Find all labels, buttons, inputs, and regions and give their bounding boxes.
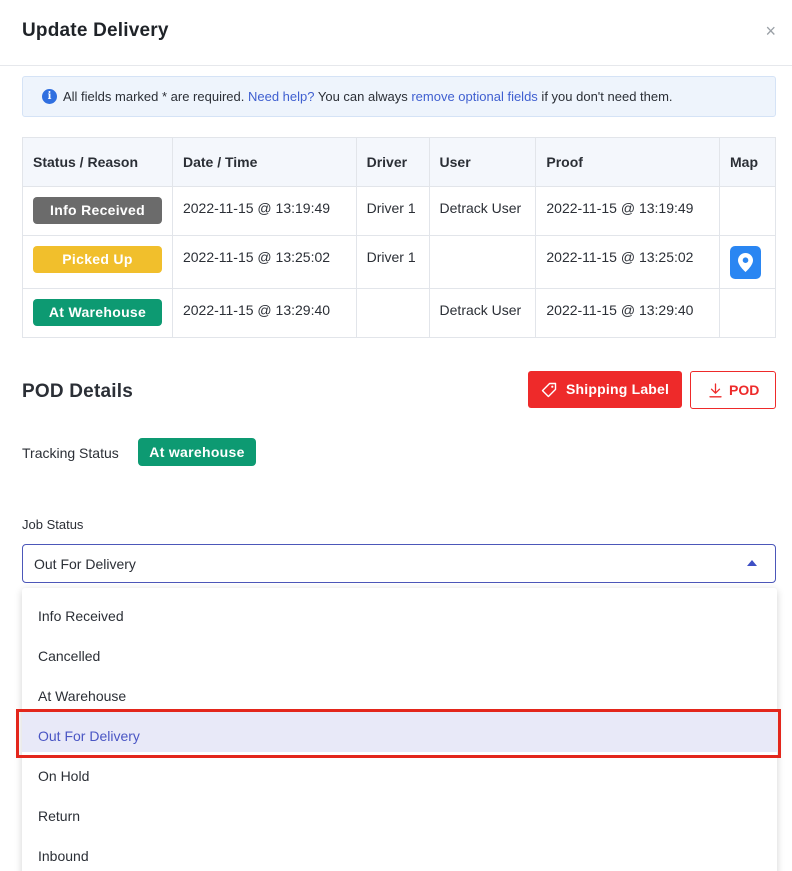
datetime-cell: 2022-11-15 @ 13:29:40 — [171, 288, 357, 338]
status-history-table: Status / Reason Date / Time Driver User … — [22, 137, 776, 338]
info-icon: i — [42, 89, 57, 104]
status-badge: At Warehouse — [33, 299, 162, 326]
map-cell — [719, 235, 776, 289]
option-cancelled[interactable]: Cancelled — [22, 632, 777, 672]
header-user: User — [428, 137, 537, 187]
driver-cell — [355, 288, 430, 338]
header-map: Map — [719, 137, 776, 187]
shipping-label-text: Shipping Label — [566, 381, 670, 397]
table-row: Picked Up 2022-11-15 @ 13:25:02 Driver 1… — [22, 235, 776, 289]
user-cell: Detrack User — [428, 288, 537, 338]
pod-download-button[interactable]: POD — [690, 371, 776, 409]
option-info-received[interactable]: Info Received — [22, 592, 777, 632]
job-status-dropdown: Info Received Cancelled At Warehouse Out… — [22, 588, 777, 871]
banner-text-middle: You can always — [314, 89, 412, 104]
shipping-label-button[interactable]: Shipping Label — [528, 371, 682, 408]
job-status-label: Job Status — [22, 517, 84, 532]
tag-icon — [541, 382, 557, 398]
modal-header: Update Delivery × — [0, 0, 792, 66]
pod-button-text: POD — [729, 382, 760, 398]
header-proof: Proof — [535, 137, 721, 187]
header-date-time: Date / Time — [171, 137, 357, 187]
status-cell: Picked Up — [22, 235, 173, 289]
close-icon[interactable]: × — [765, 21, 776, 41]
tracking-status-badge: At warehouse — [138, 438, 256, 466]
driver-cell: Driver 1 — [355, 235, 430, 289]
info-banner: i All fields marked * are required. Need… — [22, 76, 776, 117]
banner-text-before: All fields marked * are required. — [63, 89, 248, 104]
header-driver: Driver — [355, 137, 430, 187]
pod-details-title: POD Details — [22, 381, 133, 402]
option-return[interactable]: Return — [22, 792, 777, 832]
modal-title: Update Delivery — [22, 20, 169, 41]
need-help-link[interactable]: Need help? — [248, 89, 315, 104]
datetime-cell: 2022-11-15 @ 13:25:02 — [171, 235, 357, 289]
download-icon — [709, 383, 722, 398]
user-cell: Detrack User — [428, 186, 537, 236]
remove-optional-fields-link[interactable]: remove optional fields — [411, 89, 537, 104]
job-status-select[interactable]: Out For Delivery — [22, 544, 776, 583]
option-out-for-delivery[interactable]: Out For Delivery — [22, 712, 777, 752]
table-header-row: Status / Reason Date / Time Driver User … — [22, 137, 776, 187]
option-inbound[interactable]: Inbound — [22, 832, 777, 871]
tracking-status-label: Tracking Status — [22, 445, 119, 461]
job-status-selected-value: Out For Delivery — [34, 556, 136, 572]
header-status-reason: Status / Reason — [22, 137, 173, 187]
map-pin-button[interactable] — [730, 246, 762, 279]
proof-cell: 2022-11-15 @ 13:19:49 — [535, 186, 721, 236]
map-cell — [719, 186, 776, 236]
status-cell: Info Received — [22, 186, 173, 236]
option-at-warehouse[interactable]: At Warehouse — [22, 672, 777, 712]
status-cell: At Warehouse — [22, 288, 173, 338]
status-badge: Picked Up — [33, 246, 162, 273]
caret-up-icon — [747, 560, 757, 566]
datetime-cell: 2022-11-15 @ 13:19:49 — [171, 186, 357, 236]
status-badge: Info Received — [33, 197, 162, 224]
map-pin-icon — [738, 253, 754, 272]
proof-cell: 2022-11-15 @ 13:29:40 — [535, 288, 721, 338]
banner-text-after: if you don't need them. — [537, 89, 673, 104]
table-row: Info Received 2022-11-15 @ 13:19:49 Driv… — [22, 186, 776, 236]
proof-cell: 2022-11-15 @ 13:25:02 — [535, 235, 721, 289]
driver-cell: Driver 1 — [355, 186, 430, 236]
option-on-hold[interactable]: On Hold — [22, 752, 777, 792]
map-cell — [719, 288, 776, 338]
user-cell — [428, 235, 537, 289]
table-row: At Warehouse 2022-11-15 @ 13:29:40 Detra… — [22, 288, 776, 338]
